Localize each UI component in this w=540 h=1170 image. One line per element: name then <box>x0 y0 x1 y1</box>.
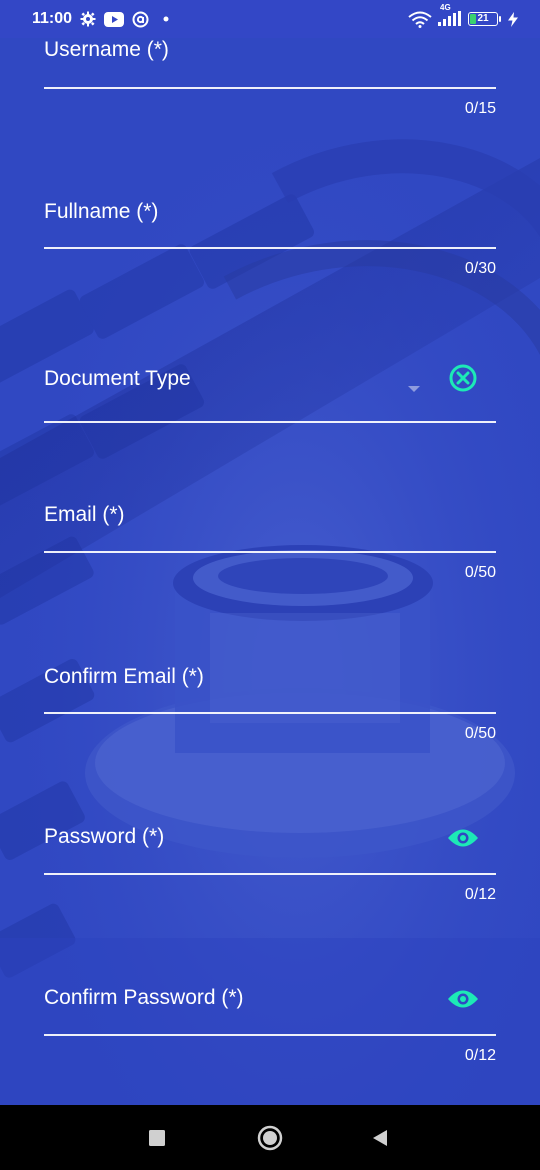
eye-icon[interactable] <box>446 982 480 1016</box>
status-left: 11:00 <box>32 10 169 28</box>
battery-fill <box>470 14 476 24</box>
document-type-underline <box>44 421 496 423</box>
confirm-email-underline <box>44 712 496 714</box>
battery-level: 21 <box>477 13 489 24</box>
password-field[interactable]: Password (*) 0/12 <box>44 824 496 909</box>
confirm-password-field[interactable]: Confirm Password (*) 0/12 <box>44 985 496 1070</box>
status-time: 11:00 <box>32 10 73 27</box>
eye-icon[interactable] <box>446 821 480 855</box>
recent-apps-icon[interactable] <box>148 1129 166 1147</box>
status-bar: 11:00 4G 21 <box>0 0 540 38</box>
fullname-counter: 0/30 <box>464 260 496 277</box>
dot-icon <box>163 16 169 22</box>
email-counter: 0/50 <box>464 564 496 581</box>
fullname-underline <box>44 247 496 249</box>
registration-screen: Username (*) 0/15 Fullname (*) 0/30 Docu… <box>0 38 540 1105</box>
confirm-email-label: Confirm Email (*) <box>44 665 204 688</box>
confirm-email-field[interactable]: Confirm Email (*) 0/50 <box>44 663 496 748</box>
fullname-field[interactable]: Fullname (*) 0/30 <box>44 198 496 283</box>
phone-screen: 11:00 4G 21 Username (*) 0/15 Fullname (… <box>0 0 540 1170</box>
confirm-password-label: Confirm Password (*) <box>44 986 244 1009</box>
username-label: Username (*) <box>44 38 169 61</box>
password-underline <box>44 873 496 875</box>
password-counter: 0/12 <box>464 886 496 903</box>
email-field[interactable]: Email (*) 0/50 <box>44 503 496 588</box>
navigation-bar <box>0 1105 540 1170</box>
gear-icon <box>80 11 96 27</box>
battery-icon: 21 <box>468 12 501 26</box>
at-sign-icon <box>132 11 149 28</box>
username-field[interactable]: Username (*) 0/15 <box>44 38 496 123</box>
charging-icon <box>508 11 518 27</box>
back-icon[interactable] <box>371 1129 389 1147</box>
confirm-password-counter: 0/12 <box>464 1047 496 1064</box>
fullname-label: Fullname (*) <box>44 200 159 223</box>
password-label: Password (*) <box>44 825 165 848</box>
status-right: 4G 21 <box>408 3 518 28</box>
email-label: Email (*) <box>44 503 125 526</box>
signal-icon: 4G <box>438 3 462 27</box>
username-counter: 0/15 <box>464 100 496 117</box>
document-type-dropdown[interactable]: Document Type <box>44 358 496 428</box>
dropdown-arrow-icon[interactable] <box>408 386 420 392</box>
clear-circle-icon[interactable] <box>446 361 480 395</box>
confirm-email-counter: 0/50 <box>464 725 496 742</box>
youtube-icon <box>104 11 125 27</box>
document-type-label: Document Type <box>44 367 191 390</box>
network-label: 4G <box>440 3 451 12</box>
email-underline <box>44 551 496 553</box>
username-underline <box>44 87 496 89</box>
confirm-password-underline <box>44 1034 496 1036</box>
wifi-icon <box>408 11 432 28</box>
home-icon[interactable] <box>257 1125 283 1151</box>
